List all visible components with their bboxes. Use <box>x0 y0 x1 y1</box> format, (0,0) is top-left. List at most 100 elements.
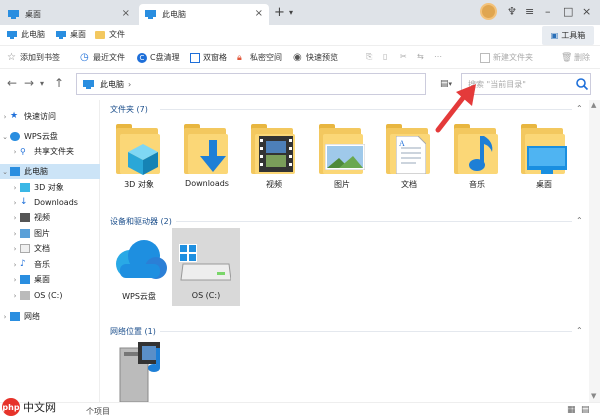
search-icon[interactable] <box>575 77 589 91</box>
bookmark-desktop[interactable]: 桌面 <box>56 29 86 40</box>
sidebar-item-music[interactable]: › ♪ 音乐 <box>0 257 100 272</box>
device-label: WPS云盘 <box>122 292 156 301</box>
network-icon <box>10 312 20 321</box>
folder-videos[interactable]: 视频 <box>243 122 305 190</box>
sidebar-item-label: WPS云盘 <box>24 132 58 141</box>
new-tab-icon[interactable]: + <box>274 5 285 20</box>
chevron-right-icon[interactable]: › <box>10 292 20 300</box>
avatar[interactable] <box>480 3 497 20</box>
maximize-icon[interactable]: □ <box>563 5 573 18</box>
action-label: 双窗格 <box>203 53 227 62</box>
folder-documents[interactable]: A 文档 <box>378 122 440 190</box>
sidebar-item-os-c[interactable]: › OS (C:) <box>0 288 100 303</box>
history-dropdown-icon[interactable]: ▾ <box>40 79 44 88</box>
breadcrumb[interactable]: 此电脑 <box>100 79 124 90</box>
chevron-right-icon[interactable]: › <box>10 214 20 222</box>
status-bar: 个项目 ▦ ▤ <box>0 402 600 418</box>
sidebar-item-wps-cloud[interactable]: ⌄ WPS云盘 <box>0 129 100 144</box>
details-view-icon[interactable]: ▦ <box>567 405 576 415</box>
folder-icon <box>176 122 238 176</box>
up-icon[interactable]: ↑ <box>54 76 64 90</box>
folder-downloads[interactable]: Downloads <box>176 122 238 188</box>
sidebar-item-pictures[interactable]: › 图片 <box>0 226 100 241</box>
chevron-right-icon[interactable]: › <box>10 230 20 238</box>
action-toolbar: ☆ 添加到书签 ◷ 最近文件 C C盘清理 双窗格 🔒︎ 私密空间 ◉ 快速预览… <box>0 47 600 69</box>
sidebar-item-videos[interactable]: › 视频 <box>0 210 100 225</box>
search-input[interactable]: 搜索 "当前目录" <box>461 73 591 95</box>
back-icon[interactable]: ← <box>7 76 17 90</box>
collapse-icon[interactable]: ⌃ <box>576 216 583 225</box>
close-window-icon[interactable]: × <box>582 5 591 18</box>
scroll-up-icon[interactable]: ▲ <box>591 101 596 109</box>
copy-icon[interactable]: ⎘ <box>366 52 372 62</box>
new-folder-icon <box>480 52 490 63</box>
tab-this-pc[interactable]: 此电脑 × <box>139 4 269 25</box>
breadcrumb-chevron-icon[interactable]: › <box>128 80 131 89</box>
tab-desktop[interactable]: 桌面 × <box>2 4 136 25</box>
device-wps-cloud[interactable]: WPS云盘 <box>108 234 170 302</box>
chevron-right-icon[interactable]: › <box>10 184 20 192</box>
eye-icon: ◉ <box>293 51 302 63</box>
sidebar-item-network[interactable]: › 网络 <box>0 309 100 324</box>
sidebar-item-desktop[interactable]: › 桌面 <box>0 272 100 287</box>
forward-icon[interactable]: → <box>24 76 34 90</box>
address-bar[interactable]: 此电脑 › <box>76 73 426 95</box>
chevron-down-icon[interactable]: ⌄ <box>0 133 10 141</box>
chevron-right-icon[interactable]: › <box>10 276 20 284</box>
delete-button[interactable]: 🗑︎ 删除 <box>561 52 590 63</box>
section-title-devices[interactable]: 设备和驱动器 (2) <box>110 216 172 227</box>
new-folder-button[interactable]: 新建文件夹 <box>480 52 533 63</box>
close-tab-icon[interactable]: × <box>122 8 130 19</box>
section-title-folders[interactable]: 文件夹 (7) <box>110 104 148 115</box>
cloud-icon <box>10 132 20 141</box>
sidebar-item-this-pc[interactable]: ⌄ 此电脑 <box>0 164 100 179</box>
collapse-icon[interactable]: ⌃ <box>576 326 583 335</box>
paste-icon[interactable]: ▯ <box>383 52 387 61</box>
icon-view-icon[interactable]: ▤ <box>581 405 590 415</box>
bookmark-this-pc[interactable]: 此电脑 <box>7 29 45 40</box>
vertical-scrollbar[interactable]: ▲ ▼ <box>589 100 600 402</box>
cube-icon <box>128 144 158 175</box>
folder-3d-objects[interactable]: 3D 对象 <box>108 122 170 190</box>
watermark-text: 中文网 <box>23 401 56 414</box>
sidebar-item-shared-folder[interactable]: › ⚲ 共享文件夹 <box>0 144 100 159</box>
minimize-icon[interactable]: – <box>545 5 551 18</box>
folder-desktop[interactable]: 桌面 <box>513 122 575 190</box>
chevron-right-icon[interactable]: › <box>10 245 20 253</box>
c-drive-clean-button[interactable]: C C盘清理 <box>137 52 180 63</box>
tab-list-icon[interactable]: ▾ <box>289 8 293 17</box>
recent-files-button[interactable]: ◷ 最近文件 <box>80 52 125 63</box>
menu-icon[interactable]: ≡ <box>525 5 534 18</box>
more-icon[interactable]: ⋯ <box>434 52 442 61</box>
chevron-down-icon[interactable]: ⌄ <box>0 168 10 176</box>
cut-icon[interactable]: ✂ <box>400 52 407 61</box>
close-tab-icon[interactable]: × <box>255 8 263 19</box>
dual-pane-button[interactable]: 双窗格 <box>190 52 227 63</box>
folder-pictures[interactable]: 图片 <box>311 122 373 190</box>
move-icon[interactable]: ⇆ <box>417 52 424 61</box>
private-space-button[interactable]: 🔒︎ 私密空间 <box>237 52 282 63</box>
scroll-down-icon[interactable]: ▼ <box>591 392 596 400</box>
chevron-right-icon[interactable]: › <box>0 313 10 321</box>
chevron-right-icon[interactable]: › <box>10 261 20 269</box>
skin-icon[interactable]: ♆ <box>507 5 517 18</box>
bookmark-files[interactable]: 文件 <box>95 29 125 40</box>
chevron-right-icon[interactable]: › <box>10 148 20 156</box>
toolbox-button[interactable]: ▣ 工具箱 <box>542 26 594 45</box>
chevron-right-icon[interactable]: › <box>10 199 20 207</box>
sidebar-item-quick-access[interactable]: › ★ 快速访问 <box>0 109 100 124</box>
sidebar-item-documents[interactable]: › 文档 <box>0 241 100 256</box>
network-location[interactable] <box>108 338 170 402</box>
collapse-icon[interactable]: ⌃ <box>576 104 583 113</box>
add-bookmark-button[interactable]: ☆ 添加到书签 <box>7 52 60 63</box>
folder-icon <box>108 122 170 176</box>
section-title-network[interactable]: 网络位置 (1) <box>110 326 156 337</box>
sidebar-item-label: 网络 <box>24 312 40 321</box>
sidebar-item-3d-objects[interactable]: › 3D 对象 <box>0 180 100 195</box>
sidebar-item-downloads[interactable]: › ↓ Downloads <box>0 195 100 210</box>
folder-label: 3D 对象 <box>124 180 154 189</box>
quick-preview-button[interactable]: ◉ 快速预览 <box>293 52 338 63</box>
device-os-c[interactable]: OS (C:) <box>175 234 237 300</box>
video-icon <box>259 136 293 172</box>
chevron-right-icon[interactable]: › <box>0 113 10 121</box>
